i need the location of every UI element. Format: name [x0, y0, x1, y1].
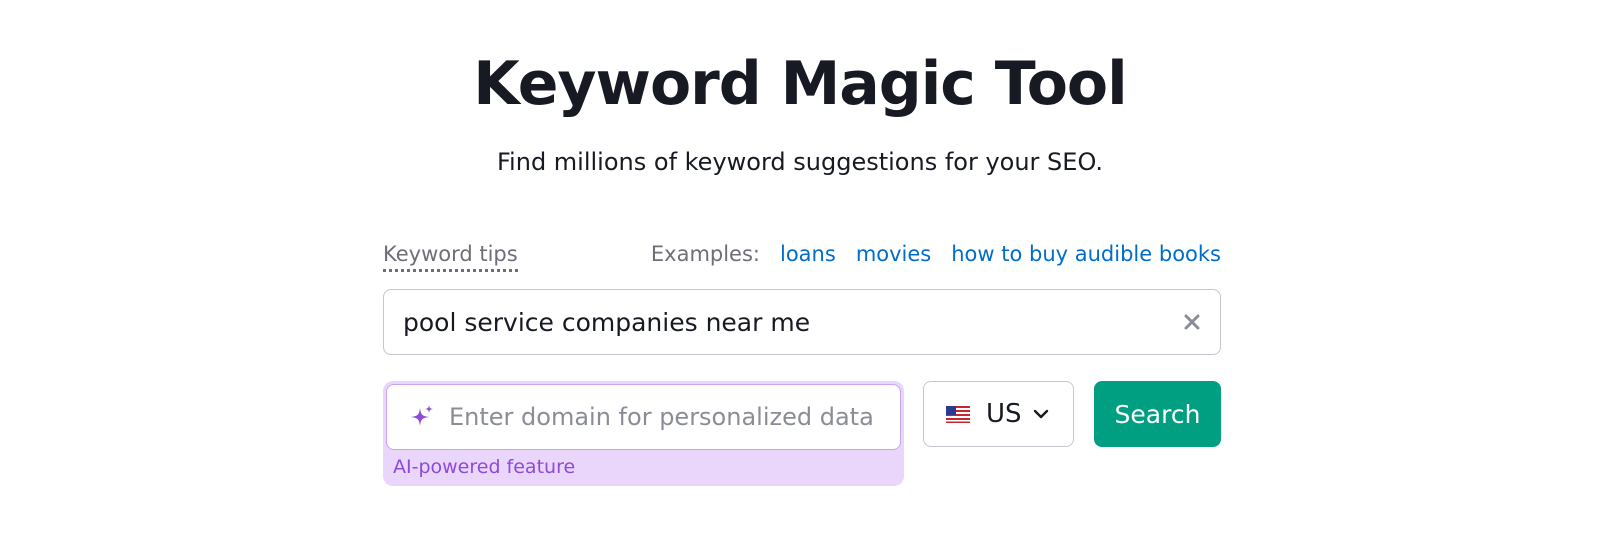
sparkle-icon	[411, 405, 433, 426]
ai-feature-label: AI-powered feature	[393, 456, 576, 478]
keyword-input[interactable]	[384, 292, 1144, 352]
chevron-down-icon	[1033, 409, 1048, 419]
example-link-audible[interactable]: how to buy audible books	[951, 240, 1221, 268]
ai-domain-panel: AI-powered feature	[383, 381, 904, 486]
example-link-movies[interactable]: movies	[856, 240, 931, 268]
domain-input[interactable]	[449, 387, 889, 447]
page-title: Keyword Magic Tool	[473, 49, 1127, 119]
us-flag-icon	[946, 405, 970, 423]
search-button[interactable]: Search	[1094, 381, 1221, 447]
keyword-tips-link[interactable]: Keyword tips	[383, 240, 518, 272]
example-link-loans[interactable]: loans	[780, 240, 836, 268]
domain-input-box	[386, 384, 901, 450]
close-icon[interactable]	[1180, 310, 1204, 334]
country-code: US	[986, 399, 1022, 429]
page-subtitle: Find millions of keyword suggestions for…	[497, 148, 1103, 176]
keyword-search-box	[383, 289, 1221, 355]
country-select[interactable]: US	[923, 381, 1074, 447]
examples-row: Examples: loans movies how to buy audibl…	[651, 240, 1221, 268]
examples-label: Examples:	[650, 242, 760, 266]
